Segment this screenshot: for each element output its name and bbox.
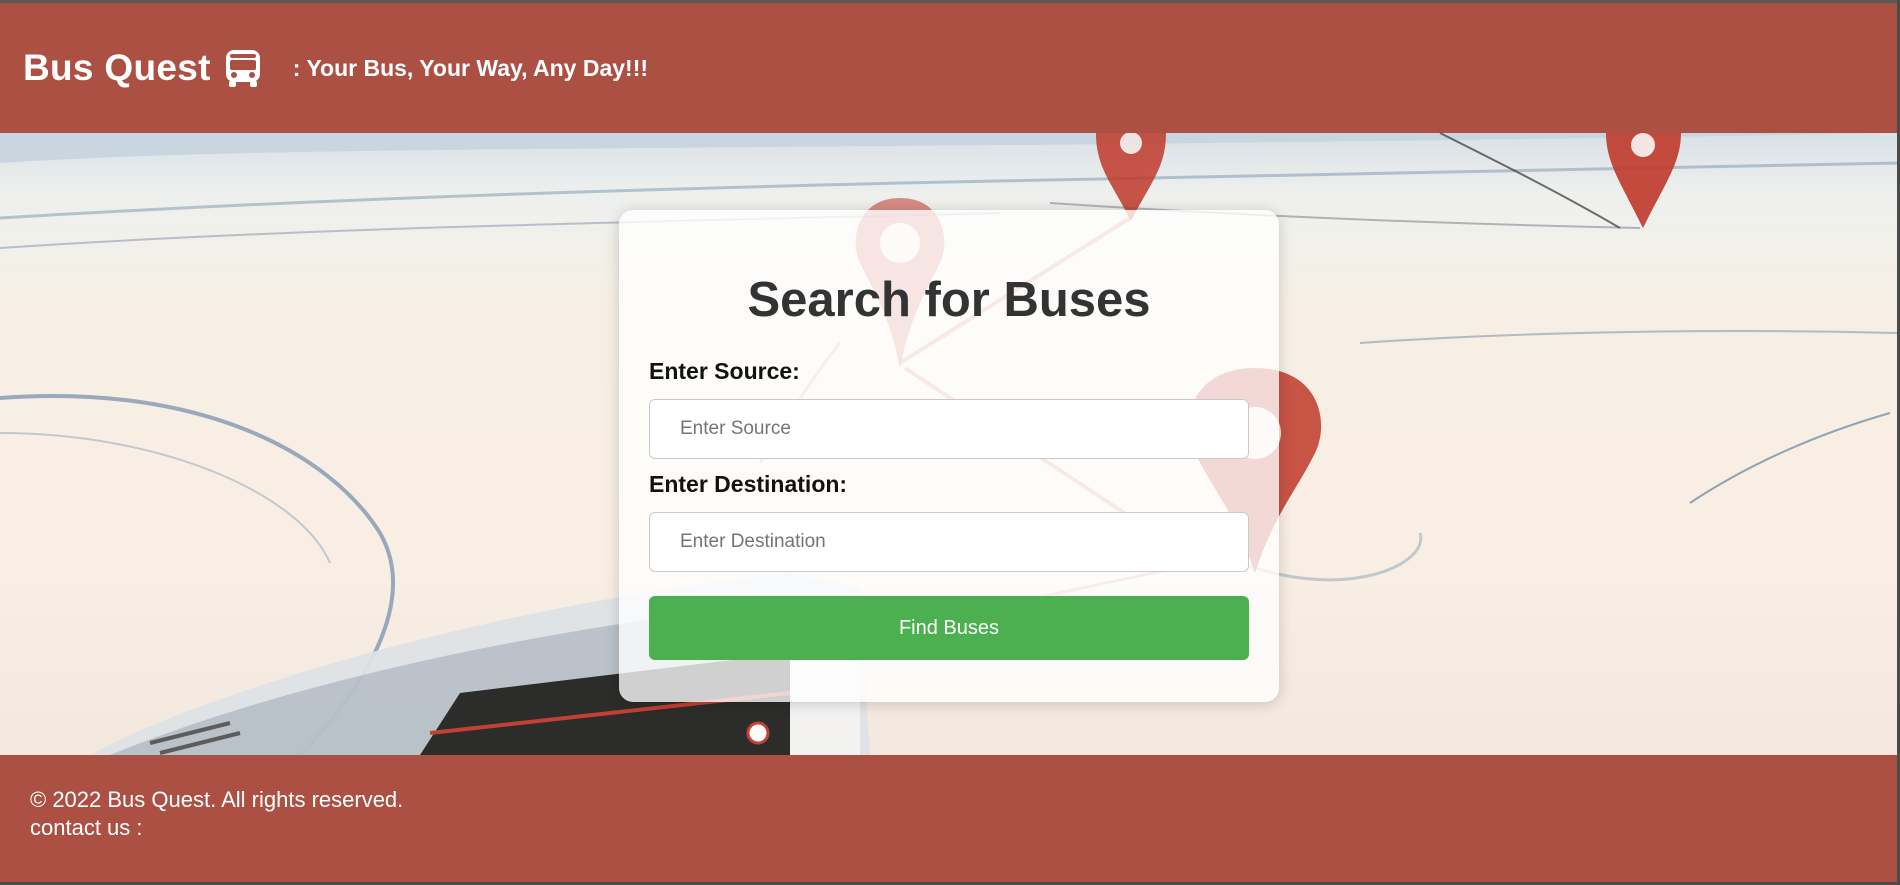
destination-input[interactable] xyxy=(649,512,1249,572)
site-footer: © 2022 Bus Quest. All rights reserved. c… xyxy=(0,755,1897,882)
contact-link[interactable]: contact us : xyxy=(30,815,143,841)
map-pin-icon xyxy=(1606,133,1681,228)
tagline: : Your Bus, Your Way, Any Day!!! xyxy=(292,54,649,81)
bus-icon xyxy=(223,48,263,88)
search-card: Search for Buses Enter Source: Enter Des… xyxy=(619,210,1279,702)
site-header: Bus Quest : Your Bus, Your Way, Any Day!… xyxy=(0,3,1897,133)
source-label: Enter Source: xyxy=(649,358,800,384)
search-title: Search for Buses xyxy=(747,273,1151,327)
brand-name: Bus Quest xyxy=(23,47,211,88)
hero-background: Search for Buses Enter Source: Enter Des… xyxy=(0,133,1897,755)
find-buses-button[interactable]: Find Buses xyxy=(649,596,1249,660)
destination-label: Enter Destination: xyxy=(649,471,848,497)
page: Bus Quest : Your Bus, Your Way, Any Day!… xyxy=(0,3,1897,882)
source-input[interactable] xyxy=(649,399,1249,459)
brand[interactable]: Bus Quest xyxy=(23,47,263,89)
copyright-text: © 2022 Bus Quest. All rights reserved. xyxy=(30,787,404,812)
